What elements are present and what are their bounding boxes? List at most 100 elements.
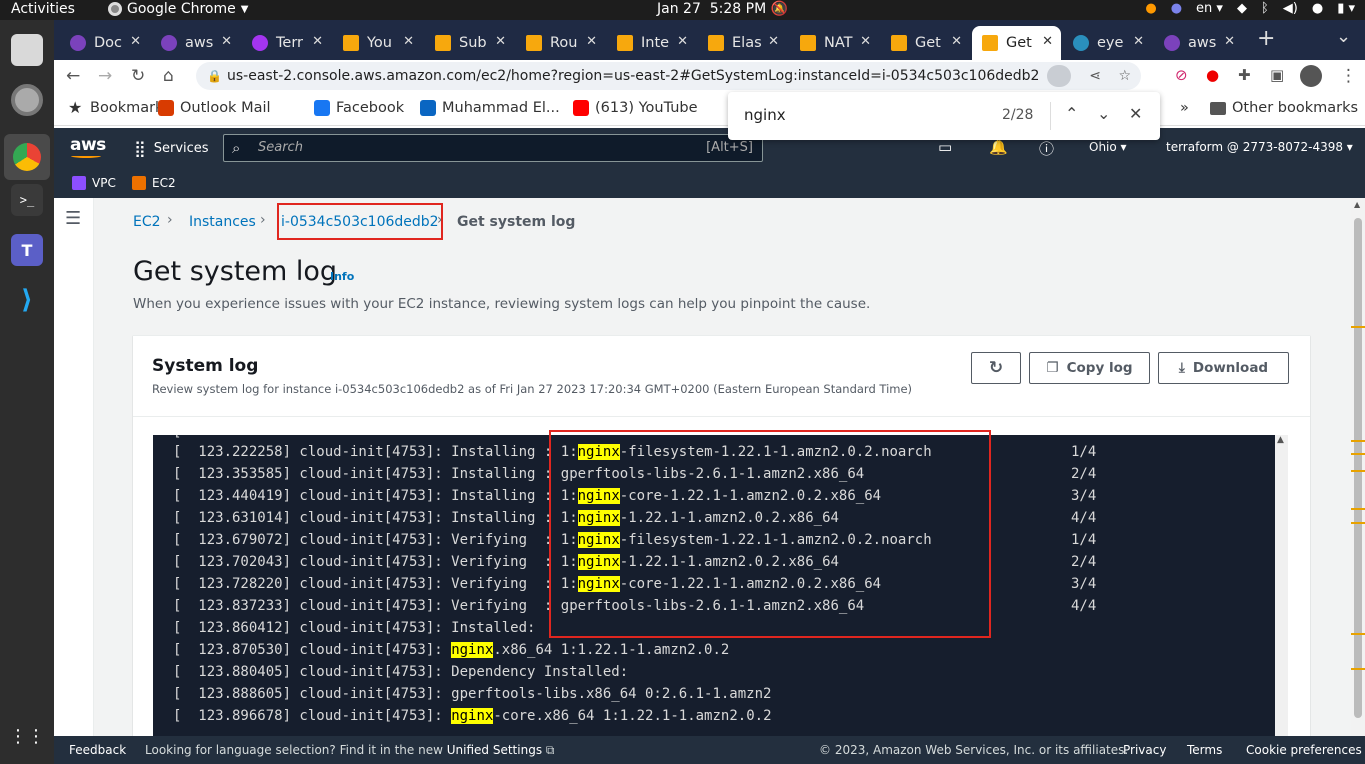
close-icon[interactable]: ✕ xyxy=(768,34,779,49)
hamburger-menu-icon[interactable]: ☰ xyxy=(65,208,81,229)
log-prefix: [ 123.679072] cloud-init[4753]: Verifyin… xyxy=(173,532,561,548)
close-icon[interactable]: ✕ xyxy=(403,34,414,49)
close-icon[interactable]: ✕ xyxy=(1224,34,1235,49)
tab-12[interactable]: aws ✕ xyxy=(1154,26,1243,60)
files-icon[interactable] xyxy=(11,34,43,66)
extension-block-icon[interactable]: ⊘ xyxy=(1175,66,1188,84)
favorite-1[interactable]: EC2 xyxy=(132,176,176,190)
close-icon[interactable]: ✕ xyxy=(130,34,141,49)
new-tab-button[interactable]: + xyxy=(1257,26,1275,51)
aws-cube-icon xyxy=(526,35,542,51)
notifications-bell-icon[interactable]: 🔔 xyxy=(989,138,1008,156)
tab-label: Get xyxy=(915,35,941,51)
profile-avatar[interactable] xyxy=(1300,65,1322,87)
bookmark-0[interactable]: ★ Bookmarks xyxy=(68,100,171,117)
close-icon[interactable]: ✕ xyxy=(312,34,323,49)
log-prefix: [ 123.888605] cloud-init[4753]: gperftoo… xyxy=(173,686,772,702)
tab-8[interactable]: NAT ✕ xyxy=(790,26,879,60)
log-progress: 3/4 xyxy=(1071,576,1097,592)
forward-button[interactable]: → xyxy=(98,66,112,86)
clock[interactable]: Jan 27 5:28 PM 🔕 xyxy=(657,1,788,17)
tab-7[interactable]: Elas ✕ xyxy=(698,26,787,60)
system-tray[interactable]: ● ● en ▾ ◆ ᛒ ◀) ● ▮ ▾ xyxy=(1145,1,1355,16)
services-menu[interactable]: ⣿ Services xyxy=(134,139,209,158)
teams-icon[interactable]: T xyxy=(11,234,43,266)
close-icon[interactable]: ✕ xyxy=(951,34,962,49)
close-icon[interactable]: ✕ xyxy=(860,34,871,49)
tab-0[interactable]: Doc ✕ xyxy=(60,26,149,60)
browser-menu-icon[interactable]: ⋮ xyxy=(1340,66,1357,86)
page-scrollbar[interactable]: ▲ xyxy=(1351,198,1365,736)
app-menu[interactable]: Google Chrome ▼ xyxy=(108,1,248,17)
bookmarks-overflow-icon[interactable]: » xyxy=(1180,100,1189,116)
log-prefix: [ 123.728220] cloud-init[4753]: Verifyin… xyxy=(173,576,561,592)
find-close-button[interactable]: ✕ xyxy=(1129,104,1142,123)
breadcrumb-instances[interactable]: Instances xyxy=(189,214,256,230)
reload-button[interactable]: ↻ xyxy=(131,66,145,86)
copy-log-button[interactable]: ❐ Copy log xyxy=(1029,352,1150,384)
close-icon[interactable]: ✕ xyxy=(221,34,232,49)
side-panel-icon[interactable]: ▣ xyxy=(1270,66,1284,84)
feedback-link[interactable]: Feedback xyxy=(69,743,126,757)
terms-link[interactable]: Terms xyxy=(1187,743,1222,757)
chrome-dock-icon[interactable] xyxy=(4,134,50,180)
privacy-link[interactable]: Privacy xyxy=(1123,743,1166,757)
breadcrumb-ec2[interactable]: EC2 xyxy=(133,214,161,230)
vscode-icon[interactable]: ⟩ xyxy=(11,284,43,316)
aws-logo[interactable]: aws xyxy=(70,135,106,155)
udemy-icon xyxy=(252,35,268,51)
close-icon[interactable]: ✕ xyxy=(586,34,597,49)
facebook-icon xyxy=(314,100,330,116)
settings-icon[interactable] xyxy=(11,84,43,116)
tab-list-chevron-icon[interactable]: ⌄ xyxy=(1336,26,1351,47)
cloudshell-icon[interactable]: ▭ xyxy=(938,138,952,156)
back-button[interactable]: ← xyxy=(66,66,80,86)
close-icon[interactable]: ✕ xyxy=(495,34,506,49)
tab-6[interactable]: Inte ✕ xyxy=(607,26,696,60)
log-scrollbar[interactable]: ▲ xyxy=(1275,435,1288,746)
info-link[interactable]: Info xyxy=(330,270,354,283)
address-bar[interactable]: 🔒 us-east-2.console.aws.amazon.com/ec2/h… xyxy=(196,62,1141,90)
language-indicator[interactable]: en ▾ xyxy=(1196,1,1223,16)
tab-3[interactable]: You ✕ xyxy=(333,26,422,60)
tab-9[interactable]: Get ✕ xyxy=(881,26,970,60)
tab-2[interactable]: Terr ✕ xyxy=(242,26,331,60)
help-icon[interactable]: ⓘ xyxy=(1039,138,1054,159)
close-icon[interactable]: ✕ xyxy=(1042,34,1053,49)
download-button[interactable]: ⤓ Download xyxy=(1158,352,1289,384)
tab-5[interactable]: Rou ✕ xyxy=(516,26,605,60)
account-menu[interactable]: terraform @ 2773-8072-4398 ▾ xyxy=(1166,140,1353,154)
find-in-page-icon[interactable] xyxy=(1047,65,1071,87)
scroll-thumb[interactable] xyxy=(1354,218,1362,718)
apps-grid-icon[interactable]: ⋮⋮ xyxy=(9,720,45,752)
other-bookmarks-folder[interactable]: Other bookmarks xyxy=(1210,100,1358,116)
find-previous-button[interactable]: ⌃ xyxy=(1065,104,1078,123)
refresh-button[interactable]: ↻ xyxy=(971,352,1021,384)
region-selector[interactable]: Ohio ▾ xyxy=(1089,140,1127,154)
close-icon[interactable]: ✕ xyxy=(677,34,688,49)
opera-icon[interactable]: ● xyxy=(1206,66,1219,84)
share-icon[interactable]: ⋖ xyxy=(1089,62,1101,90)
tab-10[interactable]: Get ✕ xyxy=(972,26,1061,60)
bookmark-3[interactable]: Muhammad El... xyxy=(420,100,560,116)
terminal-icon[interactable]: >_ xyxy=(11,184,43,216)
tab-11[interactable]: eye ✕ xyxy=(1063,26,1152,60)
aws-search-input[interactable]: ⌕ Search [Alt+S] xyxy=(223,134,763,162)
tab-4[interactable]: Sub ✕ xyxy=(425,26,514,60)
extensions-puzzle-icon[interactable]: ✚ xyxy=(1238,66,1251,84)
activities-button[interactable]: Activities xyxy=(11,1,75,17)
bookmark-4[interactable]: (613) YouTube xyxy=(573,100,698,116)
unified-settings-link[interactable]: Unified Settings xyxy=(447,743,542,757)
bookmark-star-icon[interactable]: ☆ xyxy=(1118,62,1131,90)
find-input[interactable]: nginx xyxy=(744,106,786,124)
home-button[interactable]: ⌂ xyxy=(163,66,174,86)
find-next-button[interactable]: ⌄ xyxy=(1097,104,1110,123)
annotation-box-log xyxy=(549,430,991,638)
close-icon[interactable]: ✕ xyxy=(1133,34,1144,49)
cookie-preferences-link[interactable]: Cookie preferences xyxy=(1246,743,1362,757)
bookmark-1[interactable]: Outlook Mail xyxy=(158,100,271,116)
find-bar: nginx 2/28 ⌃ ⌄ ✕ xyxy=(728,92,1160,140)
tab-1[interactable]: aws ✕ xyxy=(151,26,240,60)
bookmark-2[interactable]: Facebook xyxy=(314,100,404,116)
favorite-0[interactable]: VPC xyxy=(72,176,116,190)
